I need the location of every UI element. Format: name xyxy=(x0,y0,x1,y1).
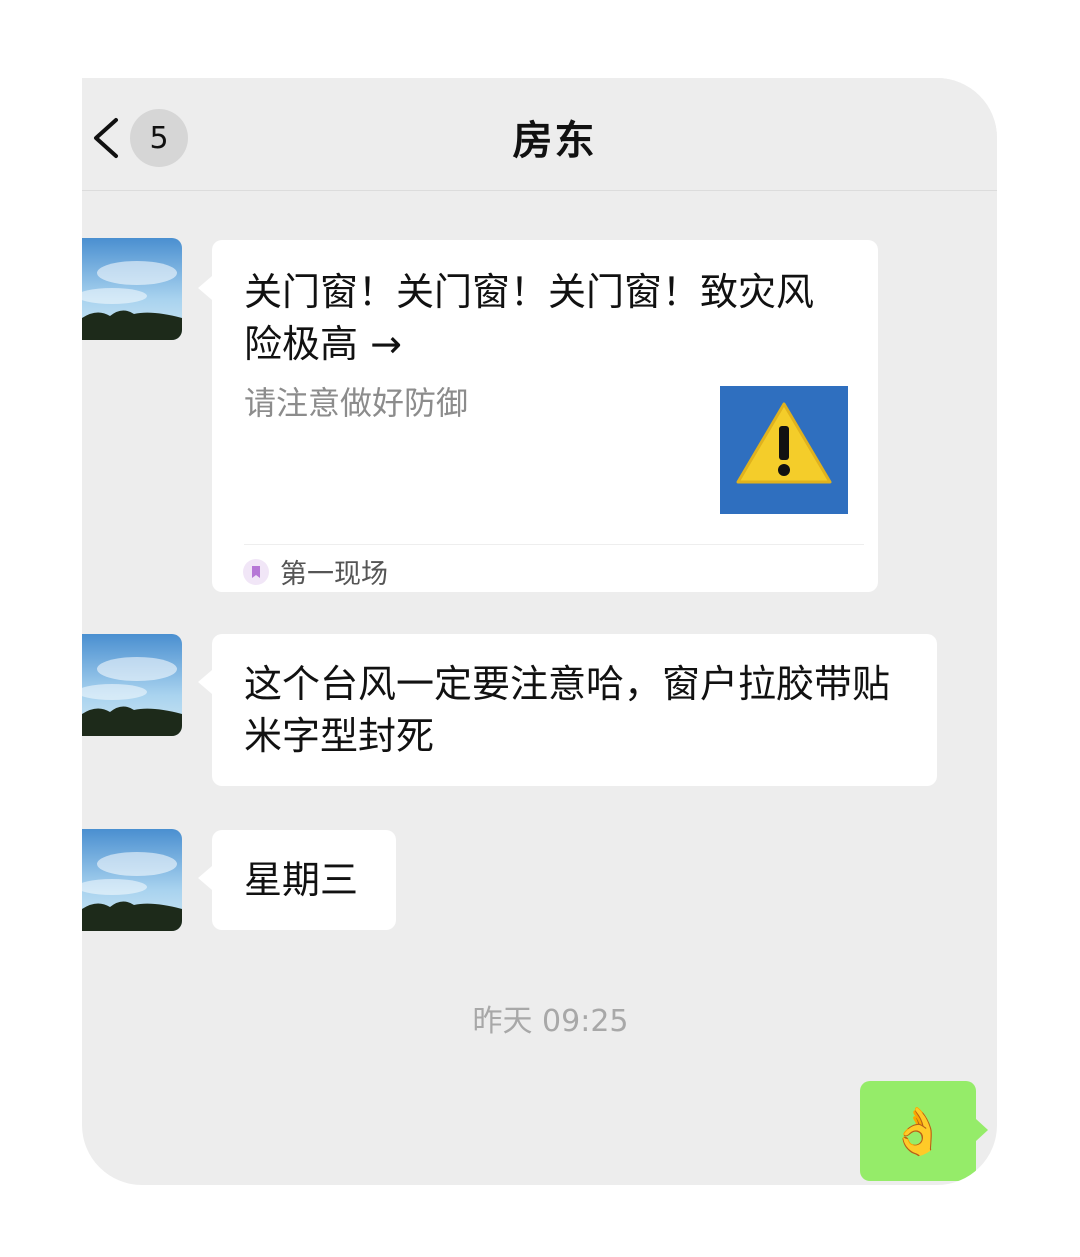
message-text: 星期三 xyxy=(244,858,359,902)
card-description: 请注意做好防御 xyxy=(244,384,469,422)
sky-avatar-image xyxy=(82,829,182,931)
card-divider xyxy=(244,544,864,545)
text-message[interactable]: 星期三 xyxy=(198,830,396,930)
contact-avatar[interactable] xyxy=(82,634,182,736)
source-logo-icon xyxy=(243,558,269,585)
card-source-name: 第一现场 xyxy=(280,559,388,590)
chat-title: 房东 xyxy=(512,118,597,164)
sky-avatar-image xyxy=(82,238,182,340)
text-message[interactable]: 这个台风一定要注意哈，窗户拉胶带贴米字型封死 xyxy=(198,634,937,786)
link-card-message[interactable]: 关门窗！关门窗！关门窗！致灾风险极高 → 请注意做好防御 第一现场 xyxy=(198,240,878,592)
message-text: 这个台风一定要注意哈，窗户拉胶带贴米字型封死 xyxy=(244,662,891,758)
warning-icon xyxy=(720,386,848,514)
chat-screen: 5 房东 关门窗！关门窗！关门窗！致灾风险极高 → 请注意做好防御 第一现场 这… xyxy=(82,78,997,1185)
contact-avatar[interactable] xyxy=(82,829,182,931)
outgoing-emoji-message[interactable]: 👌 xyxy=(860,1081,988,1181)
contact-avatar[interactable] xyxy=(82,238,182,340)
message-timestamp: 昨天 09:25 xyxy=(472,1004,629,1039)
ok-hand-icon: 👌 xyxy=(889,1103,947,1158)
chat-header: 5 房东 xyxy=(82,78,997,191)
sky-avatar-image xyxy=(82,634,182,736)
card-source[interactable]: 第一现场 xyxy=(242,552,388,591)
card-title: 关门窗！关门窗！关门窗！致灾风险极高 → xyxy=(244,270,815,366)
